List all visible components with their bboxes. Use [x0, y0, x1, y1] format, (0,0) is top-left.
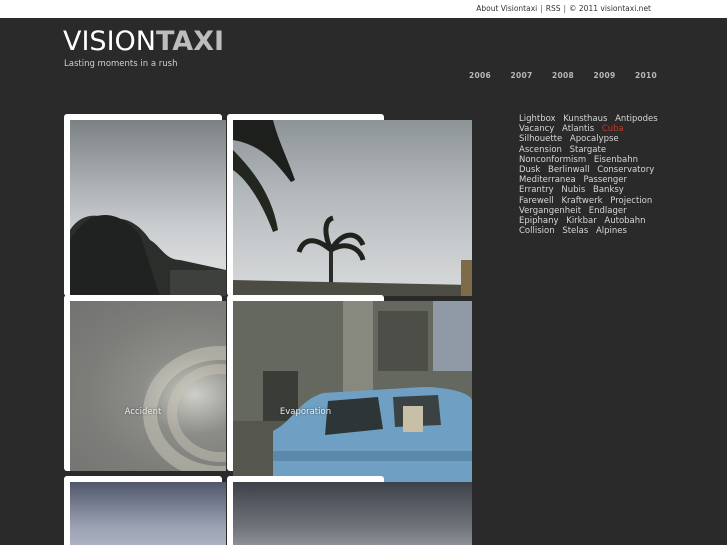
- tile-image: [233, 482, 472, 545]
- tile-image: [233, 120, 472, 296]
- city-link-collision[interactable]: Collision: [519, 226, 555, 236]
- city-link-projection[interactable]: Projection: [610, 196, 652, 206]
- light-swirl-icon: [143, 346, 226, 471]
- site-logo[interactable]: VISIONTAXI: [63, 27, 224, 57]
- cloud-image: [70, 482, 226, 545]
- gallery-tile-2[interactable]: [227, 114, 472, 296]
- gallery-tile-6[interactable]: [227, 476, 472, 545]
- rss-link[interactable]: RSS: [546, 4, 561, 13]
- city-link-list: Lightbox Kunsthaus Antipodes Vacancy Atl…: [519, 114, 669, 236]
- city-link-nonconformism[interactable]: Nonconformism: [519, 155, 586, 165]
- city-link-vergangenheit[interactable]: Vergangenheit: [519, 206, 581, 216]
- logo-vision: VISION: [63, 26, 156, 57]
- separator: |: [563, 4, 567, 13]
- city-link-lightbox[interactable]: Lightbox: [519, 114, 556, 124]
- city-link-alpines[interactable]: Alpines: [596, 226, 627, 236]
- about-link[interactable]: About Visiontaxi: [476, 4, 537, 13]
- gallery-tile-3[interactable]: Accident: [64, 295, 226, 471]
- gallery-tile-4[interactable]: Evaporation: [227, 295, 472, 482]
- city-link-apocalypse[interactable]: Apocalypse: [570, 134, 619, 144]
- year-link-2006[interactable]: 2006: [469, 71, 511, 80]
- cloud-image: [233, 482, 472, 545]
- city-link-endlager[interactable]: Endlager: [589, 206, 627, 216]
- city-link-mediterranea[interactable]: Mediterranea: [519, 175, 576, 185]
- logo-taxi: TAXI: [155, 26, 225, 57]
- city-link-stelas[interactable]: Stelas: [562, 226, 588, 236]
- tile-image: [70, 301, 226, 471]
- city-link-berlinwall[interactable]: Berlinwall: [548, 165, 590, 175]
- tile-caption: Evaporation: [279, 407, 332, 417]
- blue-car-icon: [233, 301, 472, 482]
- city-link-passenger[interactable]: Passenger: [583, 175, 627, 185]
- year-link-2007[interactable]: 2007: [511, 71, 553, 80]
- tagline: Lasting moments in a rush: [64, 59, 178, 69]
- city-link-eisenbahn[interactable]: Eisenbahn: [594, 155, 638, 165]
- palm-sky-image: [233, 120, 472, 296]
- city-link-atlantis[interactable]: Atlantis: [562, 124, 594, 134]
- city-link-autobahn[interactable]: Autobahn: [604, 216, 645, 226]
- city-link-farewell[interactable]: Farewell: [519, 196, 554, 206]
- city-link-kirkbar[interactable]: Kirkbar: [566, 216, 596, 226]
- cloudy-sky-image: [70, 120, 226, 296]
- city-link-ascension[interactable]: Ascension: [519, 145, 562, 155]
- palm-silhouette-icon: [70, 215, 226, 296]
- year-nav: 2006 2007 2008 2009 2010: [469, 71, 677, 80]
- city-link-nubis[interactable]: Nubis: [561, 185, 585, 195]
- year-link-2010[interactable]: 2010: [635, 71, 677, 80]
- tile-image: [233, 301, 472, 482]
- city-link-errantry[interactable]: Errantry: [519, 185, 554, 195]
- separator: |: [540, 4, 543, 13]
- city-link-vacancy[interactable]: Vacancy: [519, 124, 554, 134]
- city-link-stargate[interactable]: Stargate: [570, 145, 606, 155]
- city-link-kraftwerk[interactable]: Kraftwerk: [561, 196, 602, 206]
- gallery-tile-5[interactable]: [64, 476, 226, 545]
- city-link-conservatory[interactable]: Conservatory: [597, 165, 654, 175]
- copyright-text: © 2011 visiontaxi.net: [569, 4, 651, 13]
- top-bar: About Visiontaxi | RSS | © 2011 visiontaxi.n…: [0, 0, 727, 18]
- year-link-2008[interactable]: 2008: [552, 71, 594, 80]
- city-link-banksy[interactable]: Banksy: [593, 185, 624, 195]
- tile-image: [70, 120, 226, 296]
- top-links: About Visiontaxi | RSS | © 2011 visiontaxi.n…: [476, 4, 651, 13]
- palm-tree-icon: [233, 120, 472, 296]
- accident-image: [70, 301, 226, 471]
- tile-image: [70, 482, 226, 545]
- city-link-epiphany[interactable]: Epiphany: [519, 216, 559, 226]
- city-link-kunsthaus[interactable]: Kunsthaus: [563, 114, 607, 124]
- tile-caption: Accident: [124, 407, 162, 417]
- city-link-antipodes[interactable]: Antipodes: [615, 114, 658, 124]
- year-link-2009[interactable]: 2009: [594, 71, 636, 80]
- gallery-tile-1[interactable]: [64, 114, 226, 296]
- city-link-silhouette[interactable]: Silhouette: [519, 134, 562, 144]
- city-link-cuba[interactable]: Cuba: [602, 124, 624, 134]
- city-link-dusk[interactable]: Dusk: [519, 165, 540, 175]
- evaporation-image: [233, 301, 472, 482]
